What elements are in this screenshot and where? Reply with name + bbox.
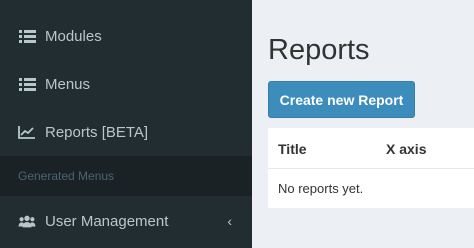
sidebar: Modules Menus Reports [BETA] Generated M… — [0, 0, 252, 248]
sidebar-section-header: Generated Menus — [0, 156, 252, 196]
main-content: Reports Create new Report Title X axis N… — [252, 0, 474, 248]
sidebar-item-label: User Management — [45, 212, 169, 230]
list-icon — [18, 76, 36, 92]
sidebar-item-label: Reports [BETA] — [45, 123, 149, 141]
empty-table-message: No reports yet. — [278, 180, 364, 196]
sidebar-item-label: Modules — [45, 27, 102, 45]
chevron-left-icon: ‹ — [227, 213, 232, 229]
users-icon — [18, 213, 36, 229]
reports-table: Title X axis No reports yet. — [268, 128, 474, 208]
sidebar-item-reports[interactable]: Reports [BETA] — [0, 108, 252, 156]
sidebar-item-modules[interactable]: Modules — [0, 12, 252, 60]
list-icon — [18, 28, 36, 44]
sidebar-item-menus[interactable]: Menus — [0, 60, 252, 108]
line-chart-icon — [18, 124, 36, 140]
sidebar-item-user-management[interactable]: User Management ‹ — [0, 197, 252, 245]
create-report-button[interactable]: Create new Report — [268, 81, 415, 118]
page-title: Reports — [268, 34, 370, 66]
column-header-x-axis[interactable]: X axis — [386, 128, 426, 169]
column-header-title[interactable]: Title — [278, 128, 307, 169]
sidebar-item-label: Menus — [45, 75, 91, 93]
